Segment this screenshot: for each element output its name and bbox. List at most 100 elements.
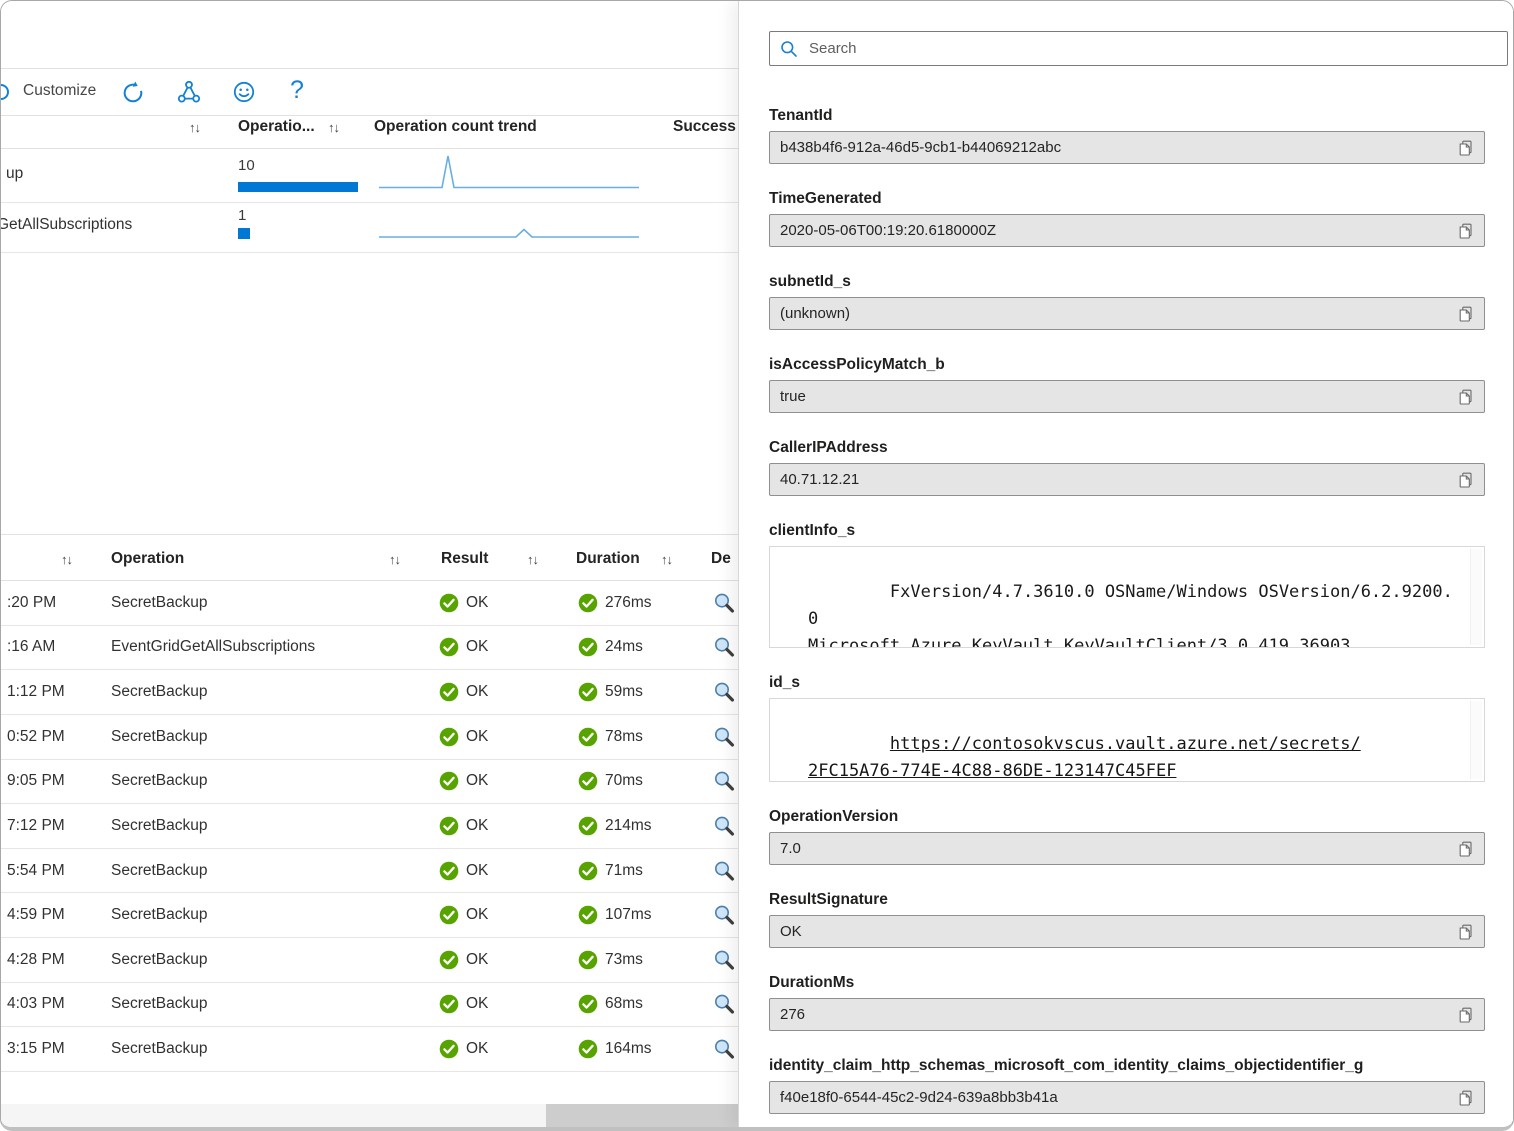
details-magnifier-icon[interactable] — [713, 815, 735, 837]
field-value: b438b4f6-912a-46d5-9cb1-b44069212abc — [769, 131, 1485, 164]
time-cell: :20 PM — [7, 594, 56, 612]
field-value: 7.0 — [769, 832, 1485, 865]
field-label: identity_claim_http_schemas_microsoft_co… — [769, 1057, 1514, 1075]
field-identity-claim-objectidentifier: identity_claim_http_schemas_microsoft_co… — [769, 1057, 1514, 1114]
smiley-feedback-icon[interactable] — [232, 80, 256, 104]
table-row[interactable]: 0:52 PM SecretBackup OK 78ms — [1, 715, 738, 760]
result-cell: OK — [439, 682, 488, 702]
duration-cell: 214ms — [578, 816, 652, 836]
customize-button[interactable]: Customize — [23, 82, 96, 100]
table-row[interactable]: 1:12 PM SecretBackup OK 59ms — [1, 670, 738, 715]
table-row[interactable]: 5:54 PM SecretBackup OK 71ms — [1, 849, 738, 894]
duration-cell: 78ms — [578, 727, 643, 747]
result-cell: OK — [439, 994, 488, 1014]
table-row[interactable]: 4:59 PM SecretBackup OK 107ms — [1, 893, 738, 938]
field-value: f40e18f0-6544-45c2-9d24-639a8bb3b41a — [769, 1081, 1485, 1114]
secret-url-link[interactable]: https://contosokvscus.vault.azure.net/se… — [808, 734, 1361, 781]
details-magnifier-icon[interactable] — [713, 860, 735, 882]
copy-icon[interactable] — [1458, 1090, 1474, 1106]
success-check-icon — [439, 905, 459, 925]
sort-icon[interactable]: ↑↓ — [189, 120, 200, 135]
details-magnifier-icon[interactable] — [713, 904, 735, 926]
table-row[interactable]: 4:03 PM SecretBackup OK 68ms — [1, 983, 738, 1028]
search-box[interactable] — [769, 31, 1508, 66]
duration-cell: 71ms — [578, 861, 643, 881]
field-clientinfo: clientInfo_s FxVersion/4.7.3610.0 OSName… — [769, 522, 1514, 648]
grid-row[interactable]: GetAllSubscriptions 1 — [1, 202, 738, 253]
details-magnifier-icon[interactable] — [713, 636, 735, 658]
copy-icon[interactable] — [1458, 140, 1474, 156]
result-cell: OK — [439, 861, 488, 881]
copy-icon[interactable] — [1458, 306, 1474, 322]
operation-count: 1 — [238, 207, 246, 224]
result-cell: OK — [439, 771, 488, 791]
field-value: (unknown) — [769, 297, 1485, 330]
refresh-icon[interactable] — [121, 80, 145, 104]
column-header-success[interactable]: Success — [673, 118, 736, 136]
search-input[interactable] — [807, 39, 1497, 58]
log-details-panel: TenantId b438b4f6-912a-46d5-9cb1-b440692… — [738, 1, 1514, 1127]
copy-icon[interactable] — [1458, 472, 1474, 488]
success-check-icon — [578, 905, 598, 925]
grid-row[interactable]: up 10 — [1, 149, 738, 203]
time-cell: 0:52 PM — [7, 728, 65, 746]
field-calleripaddress: CallerIPAddress 40.71.12.21 — [769, 439, 1514, 496]
success-check-icon — [439, 950, 459, 970]
column-header-details[interactable]: De — [711, 550, 731, 568]
details-magnifier-icon[interactable] — [713, 949, 735, 971]
column-header-operation-count[interactable]: Operatio... — [238, 118, 315, 136]
column-header-trend[interactable]: Operation count trend — [374, 118, 537, 136]
details-magnifier-icon[interactable] — [713, 770, 735, 792]
table-row[interactable]: 7:12 PM SecretBackup OK 214ms — [1, 804, 738, 849]
success-check-icon — [578, 950, 598, 970]
details-magnifier-icon[interactable] — [713, 592, 735, 614]
copy-icon[interactable] — [1458, 223, 1474, 239]
duration-cell: 73ms — [578, 950, 643, 970]
sort-icon[interactable]: ↑↓ — [661, 552, 672, 567]
success-check-icon — [439, 593, 459, 613]
column-header-operation[interactable]: Operation — [111, 550, 184, 568]
duration-cell: 24ms — [578, 637, 643, 657]
time-cell: 3:15 PM — [7, 1040, 65, 1058]
count-bar — [238, 182, 358, 192]
table-row[interactable]: 4:28 PM SecretBackup OK 73ms — [1, 938, 738, 983]
success-check-icon — [578, 593, 598, 613]
copy-icon[interactable] — [1458, 1007, 1474, 1023]
operation-cell: SecretBackup — [111, 906, 208, 924]
sort-icon[interactable]: ↑↓ — [328, 120, 339, 135]
topology-icon[interactable] — [177, 80, 201, 104]
success-check-icon — [439, 771, 459, 791]
details-magnifier-icon[interactable] — [713, 726, 735, 748]
sort-icon[interactable]: ↑↓ — [527, 552, 538, 567]
help-icon[interactable]: ? — [290, 76, 304, 105]
divider — [1, 115, 738, 116]
copy-icon[interactable] — [1458, 389, 1474, 405]
table-row[interactable]: :20 PM SecretBackup OK 276ms — [1, 581, 738, 626]
table-row[interactable]: 9:05 PM SecretBackup OK 70ms — [1, 760, 738, 805]
sort-icon[interactable]: ↑↓ — [389, 552, 400, 567]
duration-cell: 70ms — [578, 771, 643, 791]
details-magnifier-icon[interactable] — [713, 993, 735, 1015]
sort-icon[interactable]: ↑↓ — [61, 552, 72, 567]
id-link-textarea[interactable]: https://contosokvscus.vault.azure.net/se… — [769, 698, 1485, 782]
field-isaccesspolicymatch: isAccessPolicyMatch_b true — [769, 356, 1514, 413]
details-magnifier-icon[interactable] — [713, 681, 735, 703]
time-cell: 5:54 PM — [7, 862, 65, 880]
details-magnifier-icon[interactable] — [713, 1038, 735, 1060]
horizontal-scrollbar-thumb[interactable] — [546, 1104, 738, 1127]
success-check-icon — [439, 727, 459, 747]
table-row[interactable]: 3:15 PM SecretBackup OK 164ms — [1, 1027, 738, 1072]
column-header-result[interactable]: Result — [441, 550, 488, 568]
clientinfo-textarea[interactable]: FxVersion/4.7.3610.0 OSName/Windows OSVe… — [769, 546, 1485, 648]
field-timegenerated: TimeGenerated 2020-05-06T00:19:20.618000… — [769, 190, 1514, 247]
success-check-icon — [578, 1039, 598, 1059]
field-label: subnetId_s — [769, 273, 1514, 291]
copy-icon[interactable] — [1458, 924, 1474, 940]
column-header-duration[interactable]: Duration — [576, 550, 640, 568]
field-durationms: DurationMs 276 — [769, 974, 1514, 1031]
field-subnetid: subnetId_s (unknown) — [769, 273, 1514, 330]
copy-icon[interactable] — [1458, 841, 1474, 857]
field-label: clientInfo_s — [769, 522, 1514, 540]
duration-cell: 276ms — [578, 593, 652, 613]
table-row[interactable]: :16 AM EventGridGetAllSubscriptions OK 2… — [1, 626, 738, 671]
